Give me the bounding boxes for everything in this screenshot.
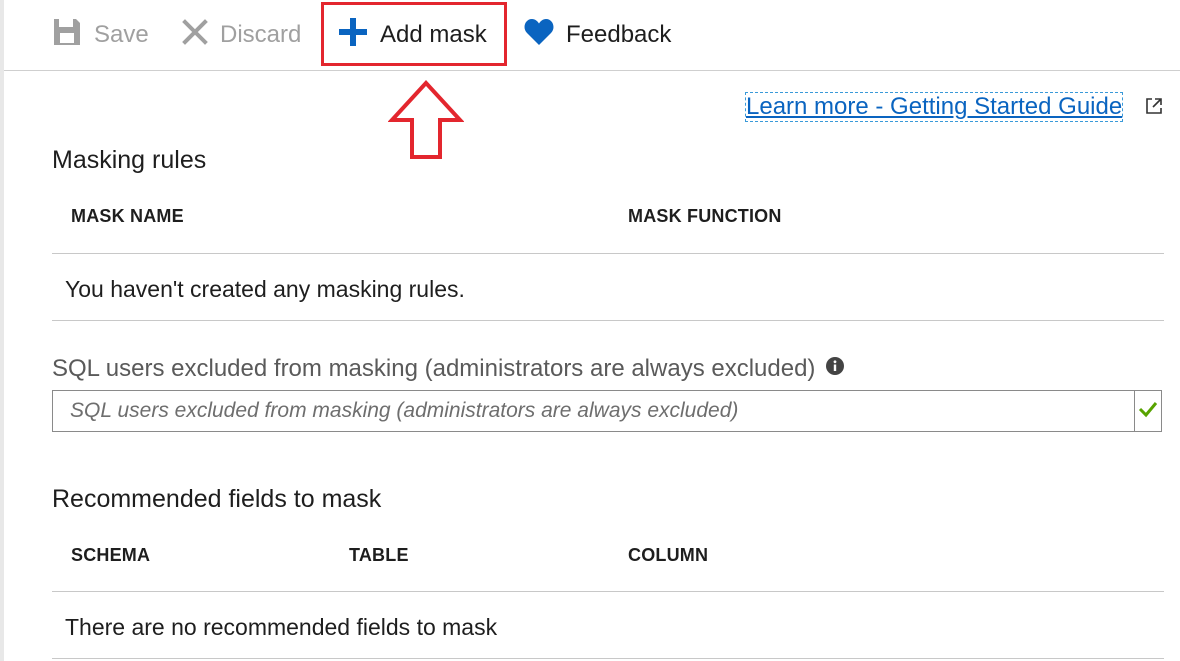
excluded-users-input[interactable] xyxy=(53,391,1137,431)
save-label: Save xyxy=(94,21,149,48)
divider xyxy=(52,658,1164,659)
command-bar: Save Discard Add mask Feedback xyxy=(4,0,1180,71)
divider xyxy=(52,253,1164,254)
save-icon xyxy=(52,17,82,54)
recommended-fields-title: Recommended fields to mask xyxy=(52,485,382,513)
external-link-icon[interactable] xyxy=(1144,96,1164,121)
discard-icon xyxy=(182,18,208,52)
feedback-label: Feedback xyxy=(566,21,672,48)
column-column-header[interactable]: COLUMN xyxy=(628,545,708,566)
discard-label: Discard xyxy=(220,21,302,48)
divider xyxy=(52,320,1164,321)
recommended-empty-message: There are no recommended fields to mask xyxy=(65,614,498,640)
checkmark-icon xyxy=(1138,400,1158,423)
divider xyxy=(52,591,1164,592)
excluded-users-label-text: SQL users excluded from masking (adminis… xyxy=(52,355,816,382)
excluded-users-field xyxy=(52,390,1162,432)
mask-function-column-header[interactable]: MASK FUNCTION xyxy=(628,206,782,227)
learn-more-link[interactable]: Learn more - Getting Started Guide xyxy=(745,92,1124,122)
add-mask-highlight-box xyxy=(321,2,507,66)
blade-left-border xyxy=(0,0,4,661)
heart-icon xyxy=(524,18,554,53)
feedback-button[interactable]: Feedback xyxy=(524,0,671,70)
validation-status xyxy=(1134,391,1161,431)
schema-column-header[interactable]: SCHEMA xyxy=(71,545,150,566)
up-arrow-annotation xyxy=(387,80,465,165)
info-icon[interactable] xyxy=(825,355,845,383)
masking-rules-empty-message: You haven't created any masking rules. xyxy=(65,276,465,302)
mask-name-column-header[interactable]: MASK NAME xyxy=(71,206,184,227)
discard-button[interactable]: Discard xyxy=(182,0,301,70)
save-button[interactable]: Save xyxy=(52,0,149,70)
masking-rules-title: Masking rules xyxy=(52,146,207,174)
table-column-header[interactable]: TABLE xyxy=(349,545,409,566)
excluded-users-label: SQL users excluded from masking (adminis… xyxy=(52,355,845,383)
